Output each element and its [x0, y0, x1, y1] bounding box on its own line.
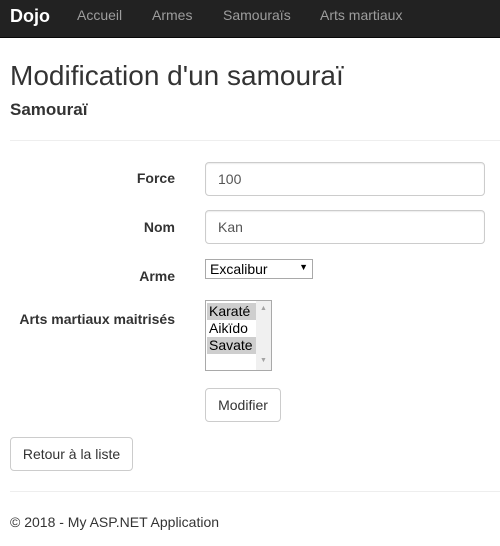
back-to-list-button[interactable]: Retour à la liste	[10, 437, 133, 471]
nav-link-armes[interactable]: Armes	[152, 7, 192, 23]
arme-selected-value: Excalibur	[210, 261, 268, 277]
arts-option-savate[interactable]: Savate	[207, 337, 257, 354]
modifier-button[interactable]: Modifier	[205, 388, 281, 422]
page-subtitle: Samouraï	[10, 100, 88, 119]
nav-link-accueil[interactable]: Accueil	[77, 7, 122, 23]
dropdown-arrow-icon: ▼	[299, 262, 308, 272]
nav-link-arts-martiaux[interactable]: Arts martiaux	[320, 7, 402, 23]
force-input[interactable]	[205, 162, 485, 196]
force-label: Force	[136, 170, 175, 186]
scroll-down-icon[interactable]: ▼	[260, 357, 267, 364]
arts-option-karate[interactable]: Karaté	[207, 303, 257, 320]
page-title: Modification d'un samouraï	[10, 60, 344, 91]
footer-text: © 2018 - My ASP.NET Application	[10, 514, 220, 530]
brand-link[interactable]: Dojo	[10, 6, 50, 27]
arts-option-aikido[interactable]: Aikïdo	[207, 320, 257, 337]
divider	[10, 140, 500, 141]
arme-select[interactable]: Excalibur ▼	[205, 259, 313, 279]
footer-divider	[10, 491, 500, 492]
arts-martiaux-listbox[interactable]: Karaté Aikïdo Savate ▲ ▼	[205, 300, 272, 371]
nom-label: Nom	[143, 219, 175, 235]
listbox-scrollbar[interactable]: ▲ ▼	[256, 301, 271, 370]
scroll-up-icon[interactable]: ▲	[260, 305, 267, 312]
arme-label: Arme	[139, 268, 175, 284]
nav-link-samourais[interactable]: Samouraïs	[223, 7, 291, 23]
arts-martiaux-label: Arts martiaux maitrisés	[19, 311, 175, 327]
navbar: Dojo Accueil Armes Samouraïs Arts martia…	[0, 0, 500, 38]
nom-input[interactable]	[205, 210, 485, 244]
